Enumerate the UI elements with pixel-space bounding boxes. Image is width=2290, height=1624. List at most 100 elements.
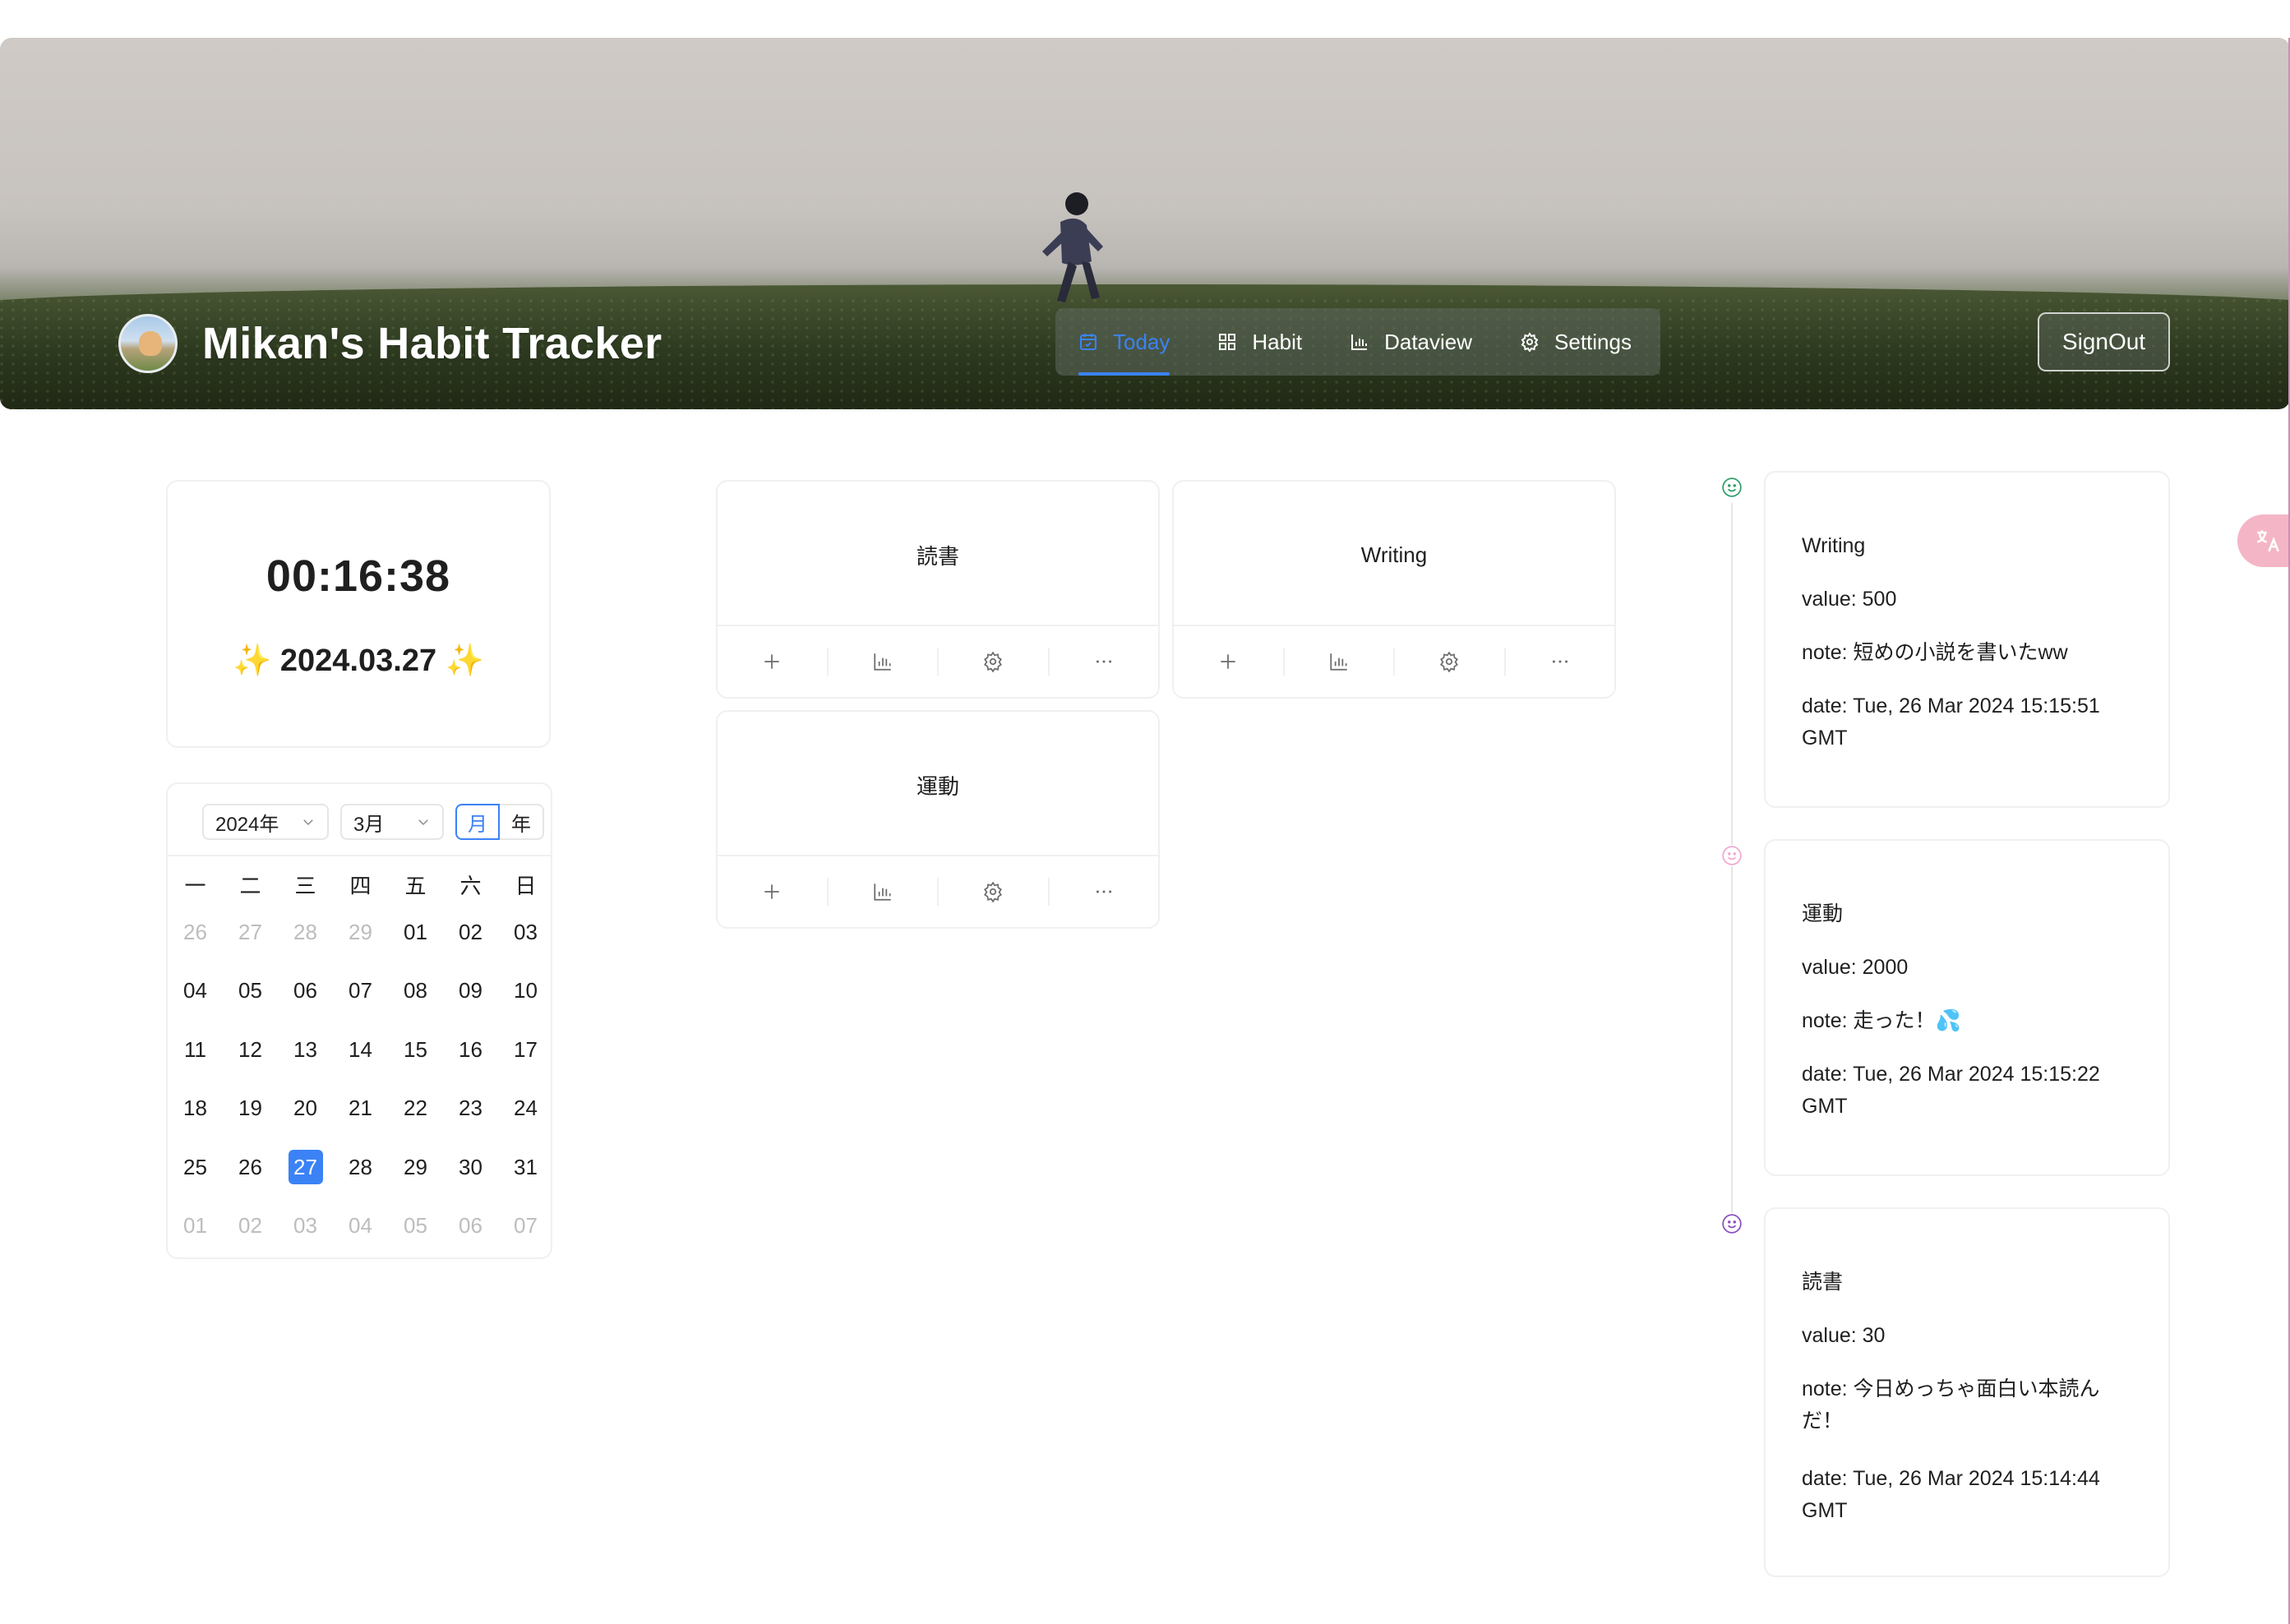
calendar-day-number: 27 xyxy=(288,1149,323,1184)
calendar-week-row: 11 12 13 14 15 16 17 xyxy=(168,1020,554,1079)
calendar-day[interactable]: 20 xyxy=(278,1091,333,1125)
add-record-button[interactable] xyxy=(718,648,829,676)
year-select[interactable]: 2024年 xyxy=(202,804,329,840)
calendar-day[interactable]: 13 xyxy=(278,1032,333,1067)
nav-tab-settings[interactable]: Settings xyxy=(1520,308,1632,376)
calendar-day[interactable]: 27 xyxy=(278,1149,333,1184)
habit-settings-button[interactable] xyxy=(939,878,1050,906)
calendar-header: 2024年 3月 月 年 xyxy=(168,784,551,856)
calendar-day[interactable]: 31 xyxy=(498,1150,553,1184)
calendar-day[interactable]: 02 xyxy=(443,915,498,949)
habit-more-button[interactable] xyxy=(1050,648,1159,676)
translate-button[interactable] xyxy=(2237,514,2290,567)
habit-settings-button[interactable] xyxy=(939,648,1050,676)
calendar-day[interactable]: 10 xyxy=(498,973,553,1008)
mode-year-button[interactable]: 年 xyxy=(500,804,544,840)
calendar-day[interactable]: 28 xyxy=(333,1150,388,1184)
calendar-day[interactable]: 24 xyxy=(498,1091,553,1125)
calendar-day[interactable]: 07 xyxy=(333,973,388,1008)
bar-chart-icon xyxy=(1330,653,1347,671)
habit-stats-button[interactable] xyxy=(829,878,939,906)
calendar-day[interactable]: 15 xyxy=(388,1032,443,1067)
nav-tab-today[interactable]: Today xyxy=(1078,308,1170,376)
calendar-day-number: 02 xyxy=(238,1213,262,1239)
month-select[interactable]: 3月 xyxy=(340,804,444,840)
calendar-day-number: 20 xyxy=(293,1096,317,1121)
add-record-button[interactable] xyxy=(1174,648,1285,676)
year-select-value: 2024年 xyxy=(215,813,279,836)
calendar-day[interactable]: 06 xyxy=(443,1208,498,1243)
calendar-day[interactable]: 25 xyxy=(168,1150,223,1184)
month-select-value: 3月 xyxy=(353,813,385,836)
calendar-day[interactable]: 04 xyxy=(333,1208,388,1243)
calendar-day[interactable]: 30 xyxy=(443,1150,498,1184)
calendar-day-number: 10 xyxy=(514,978,538,1003)
calendar-day[interactable]: 03 xyxy=(498,915,553,949)
calendar-day-number: 09 xyxy=(459,978,482,1003)
sparkle-icon: ✨ xyxy=(445,644,484,678)
calendar-day[interactable]: 03 xyxy=(278,1208,333,1243)
signout-button[interactable]: SignOut xyxy=(2038,312,2170,371)
log-note: note: 今日めっちゃ面白い本読んだ！ xyxy=(1802,1377,2100,1433)
weekday-label: 六 xyxy=(459,873,482,898)
calendar-day[interactable]: 09 xyxy=(443,973,498,1008)
calendar-day[interactable]: 23 xyxy=(443,1091,498,1125)
calendar-day[interactable]: 02 xyxy=(223,1208,278,1243)
mode-month-button[interactable]: 月 xyxy=(455,804,500,840)
nav-tab-dataview[interactable]: Dataview xyxy=(1350,308,1472,376)
habit-actions xyxy=(718,625,1158,697)
avatar[interactable] xyxy=(118,314,178,373)
calendar-day[interactable]: 11 xyxy=(168,1032,223,1067)
calendar-day[interactable]: 05 xyxy=(223,973,278,1008)
calendar-day[interactable]: 29 xyxy=(388,1150,443,1184)
calendar-day[interactable]: 14 xyxy=(333,1032,388,1067)
calendar-week-row: 01 02 03 04 05 06 07 xyxy=(168,1197,554,1256)
calendar-week-row: 26 27 28 29 01 02 03 xyxy=(168,902,554,962)
add-record-button[interactable] xyxy=(718,878,829,906)
calendar-day[interactable]: 07 xyxy=(498,1208,553,1243)
calendar-day[interactable]: 26 xyxy=(168,915,223,949)
calendar-week-row: 18 19 20 21 22 23 24 xyxy=(168,1079,554,1138)
calendar-day[interactable]: 05 xyxy=(388,1208,443,1243)
calendar-day[interactable]: 28 xyxy=(278,915,333,949)
calendar-day[interactable]: 16 xyxy=(443,1032,498,1067)
habit-more-button[interactable] xyxy=(1050,878,1159,906)
calendar-day[interactable]: 04 xyxy=(168,973,223,1008)
calendar-day[interactable]: 26 xyxy=(223,1150,278,1184)
habit-stats-button[interactable] xyxy=(1285,648,1395,676)
habit-settings-button[interactable] xyxy=(1395,648,1506,676)
calendar-day[interactable]: 18 xyxy=(168,1091,223,1125)
log-title: 読書 xyxy=(1802,1271,1844,1294)
calendar-day-number: 04 xyxy=(183,978,207,1003)
plus-icon xyxy=(764,654,779,669)
calendar-day[interactable]: 17 xyxy=(498,1032,553,1067)
calendar-day[interactable]: 27 xyxy=(223,915,278,949)
habit-more-button[interactable] xyxy=(1506,648,1615,676)
calendar-day-number: 24 xyxy=(514,1096,538,1121)
log-value: value: 500 xyxy=(1802,588,1897,611)
habit-card: 読書 xyxy=(716,480,1160,699)
calendar-day[interactable]: 06 xyxy=(278,973,333,1008)
calendar-day[interactable]: 01 xyxy=(168,1208,223,1243)
calendar-day-number: 03 xyxy=(293,1213,317,1239)
log-title: Writing xyxy=(1802,534,1866,557)
calendar-day-number: 22 xyxy=(404,1096,427,1121)
habit-card: 運動 xyxy=(716,710,1160,929)
calendar-day[interactable]: 19 xyxy=(223,1091,278,1125)
calendar-mode-toggle: 月 年 xyxy=(455,804,544,840)
clock-card: 00:16:38 ✨ 2024.03.27 ✨ xyxy=(166,480,551,748)
calendar-day[interactable]: 12 xyxy=(223,1032,278,1067)
nav-tab-habit[interactable]: Habit xyxy=(1217,308,1302,376)
calendar-day[interactable]: 21 xyxy=(333,1091,388,1125)
timeline-dot xyxy=(1721,477,1743,498)
calendar-day[interactable]: 22 xyxy=(388,1091,443,1125)
calendar-day[interactable]: 08 xyxy=(388,973,443,1008)
habit-stats-button[interactable] xyxy=(829,648,939,676)
calendar-day-number: 03 xyxy=(514,919,538,944)
calendar-day[interactable]: 01 xyxy=(388,915,443,949)
calendar-day-number: 25 xyxy=(183,1154,207,1179)
calendar-day-number: 05 xyxy=(404,1213,427,1239)
habit-name: Writing xyxy=(1360,542,1428,567)
clock-time: 00:16:38 xyxy=(265,551,451,601)
calendar-day[interactable]: 29 xyxy=(333,915,388,949)
